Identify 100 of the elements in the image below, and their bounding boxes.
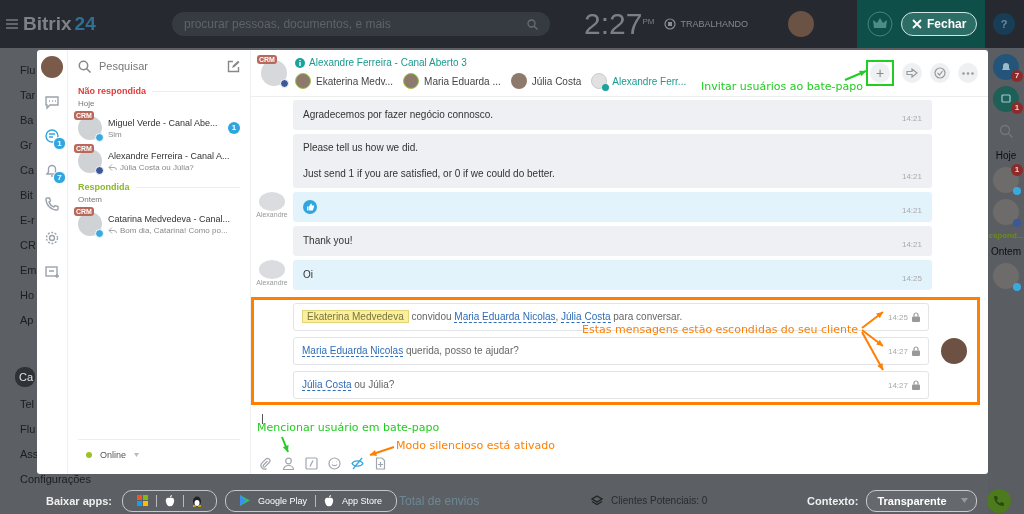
message-time: 14:21	[901, 206, 922, 215]
menu-item[interactable]: Bit	[20, 187, 33, 203]
user-mention[interactable]: Maria Eduarda Nicolas	[454, 311, 556, 323]
transfer-button[interactable]	[902, 63, 922, 83]
menu-item[interactable]: E-r	[20, 212, 35, 228]
menu-item[interactable]: Ho	[20, 287, 35, 303]
clock-time: 2:27	[584, 7, 643, 41]
date-label: Ontem	[78, 195, 103, 204]
mobile-apps-links[interactable]: Google Play App Store	[225, 489, 398, 512]
logo-number: 24	[74, 13, 96, 35]
finish-button[interactable]	[930, 63, 950, 83]
apple-icon[interactable]	[165, 494, 176, 507]
context-select[interactable]: Transparente	[866, 489, 977, 512]
work-status[interactable]: TRABALHANDO	[680, 19, 748, 29]
user-mention[interactable]: Júlia Costa	[561, 311, 611, 323]
chat-icon	[1000, 93, 1012, 105]
add-button[interactable]: +	[870, 63, 890, 83]
notification-badge: 7	[1011, 70, 1023, 82]
menu-item[interactable]: Flu	[20, 62, 36, 78]
search-icon[interactable]	[999, 124, 1013, 138]
operator-avatar	[941, 338, 967, 364]
windows-icon[interactable]	[137, 495, 149, 506]
annotation-arrow	[369, 446, 395, 456]
new-chat-icon	[44, 264, 60, 280]
menu-item[interactable]: Ap	[20, 312, 34, 328]
phone-icon	[44, 196, 60, 212]
close-button[interactable]: Fechar	[901, 12, 978, 36]
contact-avatar[interactable]	[993, 199, 1019, 225]
user-tag[interactable]: Ekaterina Medvedeva	[302, 310, 409, 323]
menu-item[interactable]: Configurações	[20, 471, 91, 487]
chat-title[interactable]: Alexandre Ferreira - Canal Aberto 3	[309, 57, 467, 68]
message-preview: Bom dia, Catarina! Como po...	[120, 225, 228, 235]
participant[interactable]: Júlia Costa	[510, 73, 582, 89]
store-link[interactable]: App Store	[342, 495, 383, 506]
message-preview: Sim	[108, 129, 122, 139]
close-icon	[912, 19, 922, 29]
attach-icon	[259, 457, 272, 470]
apple-icon	[324, 494, 335, 507]
menu-item[interactable]: Ba	[20, 112, 34, 128]
conversation-name: Catarina Medvedeva - Canal...	[108, 213, 232, 224]
annotation-arrow	[281, 436, 289, 453]
attach-button[interactable]	[259, 457, 272, 470]
caret-icon	[134, 453, 139, 457]
mention-button[interactable]	[282, 457, 295, 470]
rail-button[interactable]: 7	[37, 162, 67, 184]
status-selector[interactable]: Online	[100, 450, 126, 460]
channels-icon	[44, 128, 60, 144]
menu-item[interactable]: CR	[20, 237, 36, 253]
info-icon	[602, 84, 610, 91]
menu-item[interactable]: Ca	[20, 162, 35, 178]
user-mention[interactable]: Júlia Costa	[302, 379, 352, 391]
menu-item[interactable]: Em	[20, 262, 37, 278]
message-time: 14:21	[901, 114, 922, 123]
contact-avatar[interactable]	[993, 263, 1019, 289]
counter-badge: 1	[1011, 164, 1023, 176]
annotation-text: Modo silencioso está ativado	[396, 439, 555, 452]
group-title: espond...	[988, 231, 1024, 240]
compose-icon[interactable]	[227, 59, 240, 73]
apps-label: Baixar apps:	[46, 494, 113, 507]
status-dot	[86, 452, 92, 458]
user-avatar[interactable]	[41, 56, 63, 78]
bell-icon	[1000, 61, 1012, 73]
participant[interactable]: Ekaterina Medv...	[295, 73, 394, 89]
menu-item[interactable]: Ca	[15, 367, 36, 387]
info-icon	[295, 57, 305, 68]
menu-item[interactable]: Ass	[20, 446, 39, 462]
crown-icon[interactable]	[867, 11, 893, 37]
annotation-arrow	[861, 311, 884, 371]
help-button[interactable]: ?	[993, 13, 1015, 35]
menu-item[interactable]: Tel	[20, 396, 35, 412]
file-button[interactable]	[374, 457, 387, 470]
menu-item[interactable]: Gr	[20, 137, 33, 153]
annotation-text: Mencionar usuário em bate-papo	[257, 421, 440, 434]
rail-button[interactable]: 1	[37, 128, 67, 150]
penguin-icon[interactable]	[192, 494, 203, 507]
desktop-apps-links[interactable]	[122, 489, 218, 512]
participant[interactable]: Maria Eduarda ...	[403, 73, 501, 89]
search-icon	[527, 19, 538, 30]
silent-button[interactable]	[351, 457, 364, 470]
annotation-text: Estas mensagens estão escondidas do seu cliente	[582, 323, 858, 336]
date-label: Ontem	[991, 246, 1021, 257]
message-time: 14:25	[887, 312, 908, 322]
store-link[interactable]: Google Play	[258, 495, 308, 506]
message-time: 14:25	[901, 274, 922, 283]
command-button[interactable]	[305, 457, 318, 470]
message-time: 14:27	[887, 346, 908, 356]
menu-item[interactable]: Tar	[20, 87, 36, 103]
smile-button[interactable]	[328, 457, 341, 470]
section-title: Não respondida	[78, 86, 146, 96]
arrow-icon	[906, 68, 918, 78]
avatar-silhouette	[259, 260, 285, 279]
more-button[interactable]	[958, 63, 978, 83]
menu-icon[interactable]	[6, 19, 18, 29]
lock-icon	[912, 312, 920, 322]
participant[interactable]: Alexandre Ferr...	[591, 73, 687, 89]
command-icon	[305, 457, 318, 470]
message-text: Please tell us how we did.	[303, 141, 420, 155]
stop-circle-icon	[664, 18, 677, 30]
menu-item[interactable]: Flu	[20, 421, 36, 437]
user-mention[interactable]: Maria Eduarda Nicolas	[302, 345, 404, 357]
